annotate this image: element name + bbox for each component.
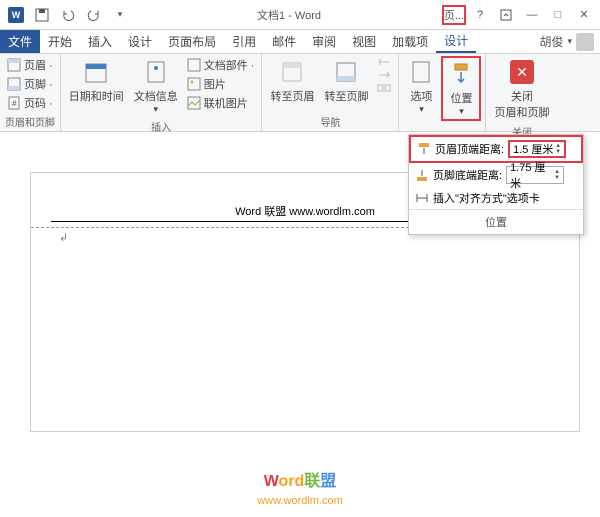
tab-header-footer-design[interactable]: 设计 <box>436 30 476 53</box>
tab-view[interactable]: 视图 <box>344 30 384 53</box>
undo-icon[interactable] <box>58 5 78 25</box>
header-button[interactable]: 页眉 · <box>4 56 56 74</box>
tab-home[interactable]: 开始 <box>40 30 80 53</box>
window-title: 文档1 - Word <box>136 7 442 23</box>
online-picture-button[interactable]: 联机图片 <box>184 94 258 112</box>
tab-references[interactable]: 引用 <box>224 30 264 53</box>
tab-file[interactable]: 文件 <box>0 30 40 53</box>
goto-header-button[interactable]: 转至页眉 <box>266 56 318 106</box>
footer-bottom-input[interactable]: 1.75 厘米▲▼ <box>506 166 564 184</box>
goto-footer-button[interactable]: 转至页脚 <box>320 56 372 106</box>
group-insert: 日期和时间 文档信息▾ 文档部件 · 图片 联机图片 插入 <box>61 54 263 131</box>
footer-bottom-label: 页脚底端距离: <box>433 167 502 183</box>
window-controls: 页... ? — □ ✕ <box>442 5 600 25</box>
position-dropdown: 页眉顶端距离: 1.5 厘米▲▼ 页脚底端距离: 1.75 厘米▲▼ 插入"对齐… <box>408 134 584 235</box>
ribbon-display-icon[interactable] <box>494 5 518 25</box>
minimize-icon[interactable]: — <box>520 5 544 25</box>
group-label <box>403 127 481 129</box>
redo-icon[interactable] <box>84 5 104 25</box>
maximize-icon[interactable]: □ <box>546 5 570 25</box>
group-header-footer: 页眉 · 页脚 · #页码 · 页眉和页脚 <box>0 54 61 131</box>
spinner-icon[interactable]: ▲▼ <box>555 143 561 155</box>
dropdown-footer-label: 位置 <box>409 209 583 234</box>
tab-layout[interactable]: 页面布局 <box>160 30 224 53</box>
group-label: 页眉和页脚 <box>4 112 56 129</box>
svg-text:#: # <box>12 99 17 108</box>
tab-addins[interactable]: 加载项 <box>384 30 436 53</box>
save-icon[interactable] <box>32 5 52 25</box>
ribbon: 页眉 · 页脚 · #页码 · 页眉和页脚 日期和时间 文档信息▾ 文档部件 ·… <box>0 54 600 132</box>
header-top-label: 页眉顶端距离: <box>435 141 504 157</box>
paragraph-mark-icon: ↲ <box>59 231 68 244</box>
tab-mailings[interactable]: 邮件 <box>264 30 304 53</box>
word-app-icon: W <box>6 5 26 25</box>
avatar-icon <box>576 33 594 51</box>
link-prev-icon <box>374 82 394 94</box>
tab-design[interactable]: 设计 <box>120 30 160 53</box>
nav-next-icon <box>374 69 394 81</box>
group-options-position: 选项▾ 位置▾ <box>399 54 486 131</box>
tab-insert[interactable]: 插入 <box>80 30 120 53</box>
group-close: ✕关闭页眉和页脚 关闭 <box>486 54 557 131</box>
header-top-input[interactable]: 1.5 厘米▲▼ <box>508 140 566 158</box>
close-window-icon[interactable]: ✕ <box>572 5 596 25</box>
header-top-distance-row[interactable]: 页眉顶端距离: 1.5 厘米▲▼ <box>409 135 583 163</box>
page-number-button[interactable]: #页码 · <box>4 94 56 112</box>
doc-parts-button[interactable]: 文档部件 · <box>184 56 258 74</box>
help-icon[interactable]: ? <box>468 5 492 25</box>
quick-access-toolbar: W ▾ <box>0 5 136 25</box>
close-header-footer-button[interactable]: ✕关闭页眉和页脚 <box>490 56 553 122</box>
picture-button[interactable]: 图片 <box>184 75 258 93</box>
alignment-tab-label: 插入"对齐方式"选项卡 <box>433 190 540 206</box>
group-navigation: 转至页眉 转至页脚 导航 <box>262 54 399 131</box>
doc-info-button[interactable]: 文档信息▾ <box>130 56 182 117</box>
insert-alignment-tab-row[interactable]: 插入"对齐方式"选项卡 <box>409 187 583 209</box>
tab-review[interactable]: 审阅 <box>304 30 344 53</box>
user-area[interactable]: 胡俊 ▾ <box>533 30 600 53</box>
user-name: 胡俊 <box>539 33 563 50</box>
group-label: 导航 <box>266 112 394 129</box>
title-bar: W ▾ 文档1 - Word 页... ? — □ ✕ <box>0 0 600 30</box>
footer-bottom-distance-row[interactable]: 页脚底端距离: 1.75 厘米▲▼ <box>409 163 583 187</box>
group-label: 插入 <box>65 117 258 134</box>
date-time-button[interactable]: 日期和时间 <box>65 56 128 106</box>
footer-button[interactable]: 页脚 · <box>4 75 56 93</box>
header-distance-icon <box>417 142 431 156</box>
alignment-tab-icon <box>415 191 429 205</box>
options-button[interactable]: 选项▾ <box>403 56 439 117</box>
nav-prev-icon <box>374 56 394 68</box>
spinner-icon[interactable]: ▲▼ <box>554 169 560 181</box>
watermark: Word联盟 www.wordlm.com <box>0 467 600 509</box>
position-button[interactable]: 位置▾ <box>441 56 481 121</box>
qat-customize-icon[interactable]: ▾ <box>110 5 130 25</box>
page-ribbon-button[interactable]: 页... <box>442 5 466 25</box>
watermark-url: www.wordlm.com <box>257 495 343 507</box>
ribbon-tabs: 文件 开始 插入 设计 页面布局 引用 邮件 审阅 视图 加载项 设计 胡俊 ▾ <box>0 30 600 54</box>
footer-distance-icon <box>415 168 429 182</box>
